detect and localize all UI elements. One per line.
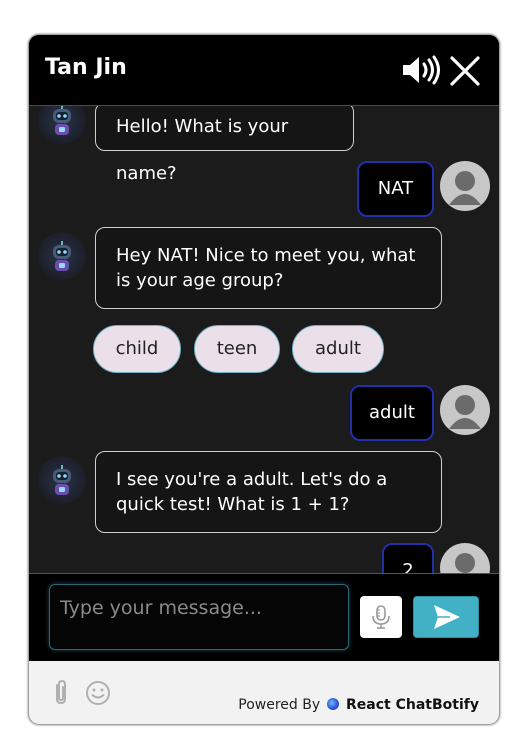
microphone-icon [372,605,390,629]
bot-avatar [38,232,86,280]
option-adult[interactable]: adult [292,325,384,373]
option-child[interactable]: child [93,325,181,373]
message-text: I see you're a adult. Let's do a quick t… [116,469,388,515]
robot-icon [53,241,71,271]
user-avatar [440,543,490,573]
chat-header: Tan Jin [29,35,499,106]
message-input[interactable] [49,584,349,650]
user-message: NAT [357,161,434,217]
message-text: adult [369,402,415,423]
bot-message: Hello! What is your name? [95,106,354,184]
user-icon [455,553,475,573]
input-area [29,573,499,662]
bot-avatar [38,456,86,504]
powered-by-label: Powered By [238,697,321,713]
user-avatar [440,385,490,435]
user-icon [449,395,481,429]
message-text: 2 [402,560,414,573]
chat-title: Tan Jin [45,55,127,80]
bot-avatar [38,106,86,144]
chatbot-window: Tan Jin Hello! What is your name? NAT He… [29,35,499,724]
robot-icon [53,465,71,495]
user-message: adult [350,385,434,441]
user-avatar [440,161,490,211]
bot-message: Hey NAT! Nice to meet you, what is your … [95,227,442,309]
robot-icon [53,106,71,135]
attachment-icon[interactable] [49,679,73,707]
speaker-icon[interactable] [401,54,441,86]
message-text: Hello! What is your name? [116,116,289,184]
chatbotify-logo-icon [326,698,339,710]
emoji-icon[interactable] [85,680,111,706]
chat-footer: Powered By React ChatBotify [29,661,499,724]
send-button[interactable] [413,596,479,638]
option-teen[interactable]: teen [194,325,280,373]
send-icon [434,605,460,629]
message-text: NAT [377,178,414,199]
voice-button[interactable] [360,596,402,638]
user-message: 2 [382,543,434,573]
powered-by: Powered By React ChatBotify [238,697,479,713]
message-text: Hey NAT! Nice to meet you, what is your … [116,245,416,291]
powered-by-brand[interactable]: React ChatBotify [346,697,479,713]
user-icon [449,171,481,205]
bot-message: I see you're a adult. Let's do a quick t… [95,451,442,533]
close-icon[interactable] [449,55,481,87]
chat-body[interactable]: Hello! What is your name? NAT Hey NAT! N… [29,106,499,573]
